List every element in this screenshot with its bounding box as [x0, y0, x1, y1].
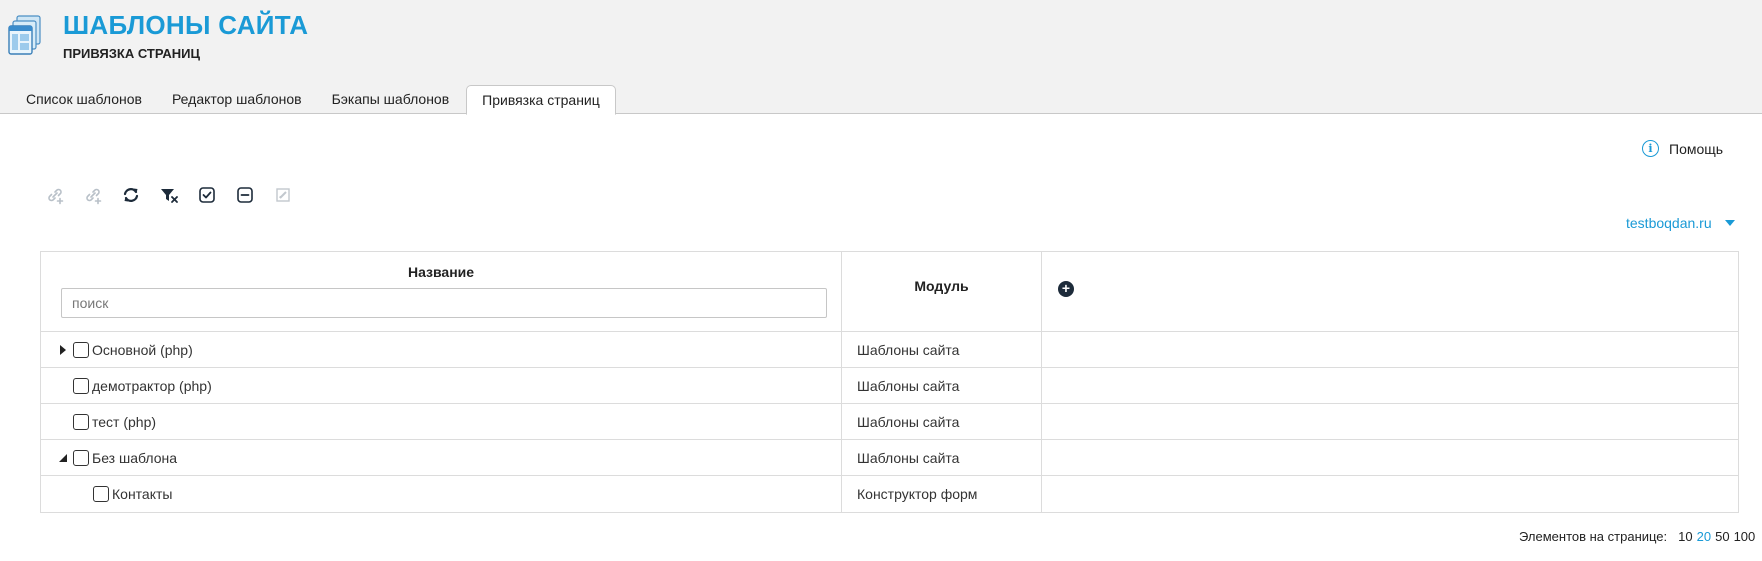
- page-size-option-100[interactable]: 100: [1734, 529, 1756, 544]
- page-size-selector: Элементов на странице: 10 20 50 100: [1519, 529, 1755, 544]
- row-checkbox[interactable]: [73, 377, 89, 394]
- page-size-label: Элементов на странице:: [1519, 529, 1668, 544]
- column-module-title: Модуль: [914, 278, 969, 294]
- pages-grid: Название Модуль + Основной (php) Шаблоны…: [40, 251, 1739, 513]
- info-icon: i: [1642, 140, 1659, 157]
- check-all-icon[interactable]: [196, 184, 218, 206]
- row-module: Шаблоны сайта: [842, 440, 1042, 475]
- site-selector-value: testboqdan.ru: [1626, 215, 1712, 231]
- row-module: Шаблоны сайта: [842, 332, 1042, 367]
- table-row[interactable]: Контакты Конструктор форм: [41, 476, 1738, 512]
- row-module: Конструктор форм: [842, 476, 1042, 512]
- column-module-header: Модуль: [842, 252, 1042, 331]
- page-header: ШАБЛОНЫ САЙТА ПРИВЯЗКА СТРАНИЦ Список ша…: [0, 0, 1762, 115]
- row-checkbox[interactable]: [93, 486, 109, 502]
- tab-template-list[interactable]: Список шаблонов: [11, 85, 157, 114]
- app-title: ШАБЛОНЫ САЙТА: [63, 10, 309, 40]
- uncheck-all-icon[interactable]: [234, 184, 256, 206]
- plus-circle-icon[interactable]: +: [1058, 281, 1074, 297]
- expand-arrow-icon[interactable]: [58, 344, 68, 355]
- row-name: Основной (php): [92, 341, 193, 358]
- row-name: тест (php): [92, 413, 157, 430]
- page-size-option-10[interactable]: 10: [1678, 529, 1692, 544]
- column-extra-header: +: [1042, 252, 1738, 331]
- table-row[interactable]: демотрактор (php) Шаблоны сайта: [41, 368, 1738, 404]
- table-row[interactable]: тест (php) Шаблоны сайта: [41, 404, 1738, 440]
- grid-header: Название Модуль +: [41, 252, 1738, 332]
- page-size-option-20[interactable]: 20: [1697, 529, 1711, 544]
- collapse-arrow-icon[interactable]: [58, 453, 68, 463]
- clear-filter-icon[interactable]: [158, 184, 180, 206]
- tab-template-editor[interactable]: Редактор шаблонов: [157, 85, 317, 114]
- help-button[interactable]: i Помощь: [1642, 140, 1723, 157]
- row-checkbox[interactable]: [73, 449, 89, 466]
- row-name: Контакты: [112, 486, 173, 502]
- caret-down-icon: [1724, 220, 1735, 226]
- row-checkbox[interactable]: [73, 341, 89, 358]
- row-name: Без шаблона: [92, 449, 178, 466]
- table-row[interactable]: Основной (php) Шаблоны сайта: [41, 332, 1738, 368]
- refresh-icon[interactable]: [120, 184, 142, 206]
- row-module: Шаблоны сайта: [842, 404, 1042, 439]
- column-name-header: Название: [41, 252, 842, 331]
- edit-icon[interactable]: [272, 184, 294, 206]
- tab-page-binding[interactable]: Привязка страниц: [466, 85, 616, 115]
- templates-window-icon: [8, 14, 42, 58]
- site-selector[interactable]: testboqdan.ru: [1626, 215, 1735, 231]
- search-input[interactable]: [61, 288, 827, 318]
- row-name: демотрактор (php): [92, 377, 212, 394]
- page-size-option-50[interactable]: 50: [1715, 529, 1729, 544]
- row-module: Шаблоны сайта: [842, 368, 1042, 403]
- table-row[interactable]: Без шаблона Шаблоны сайта: [41, 440, 1738, 476]
- app-subtitle: ПРИВЯЗКА СТРАНИЦ: [63, 46, 200, 61]
- row-checkbox[interactable]: [73, 413, 89, 430]
- tab-template-backups[interactable]: Бэкапы шаблонов: [317, 85, 465, 114]
- link-add-icon[interactable]: [44, 184, 66, 206]
- column-name-title: Название: [407, 264, 475, 280]
- link-add-alt-icon[interactable]: [82, 184, 104, 206]
- toolbar: [44, 184, 310, 206]
- help-label: Помощь: [1669, 140, 1724, 157]
- tab-bar: Список шаблонов Редактор шаблонов Бэкапы…: [11, 85, 616, 115]
